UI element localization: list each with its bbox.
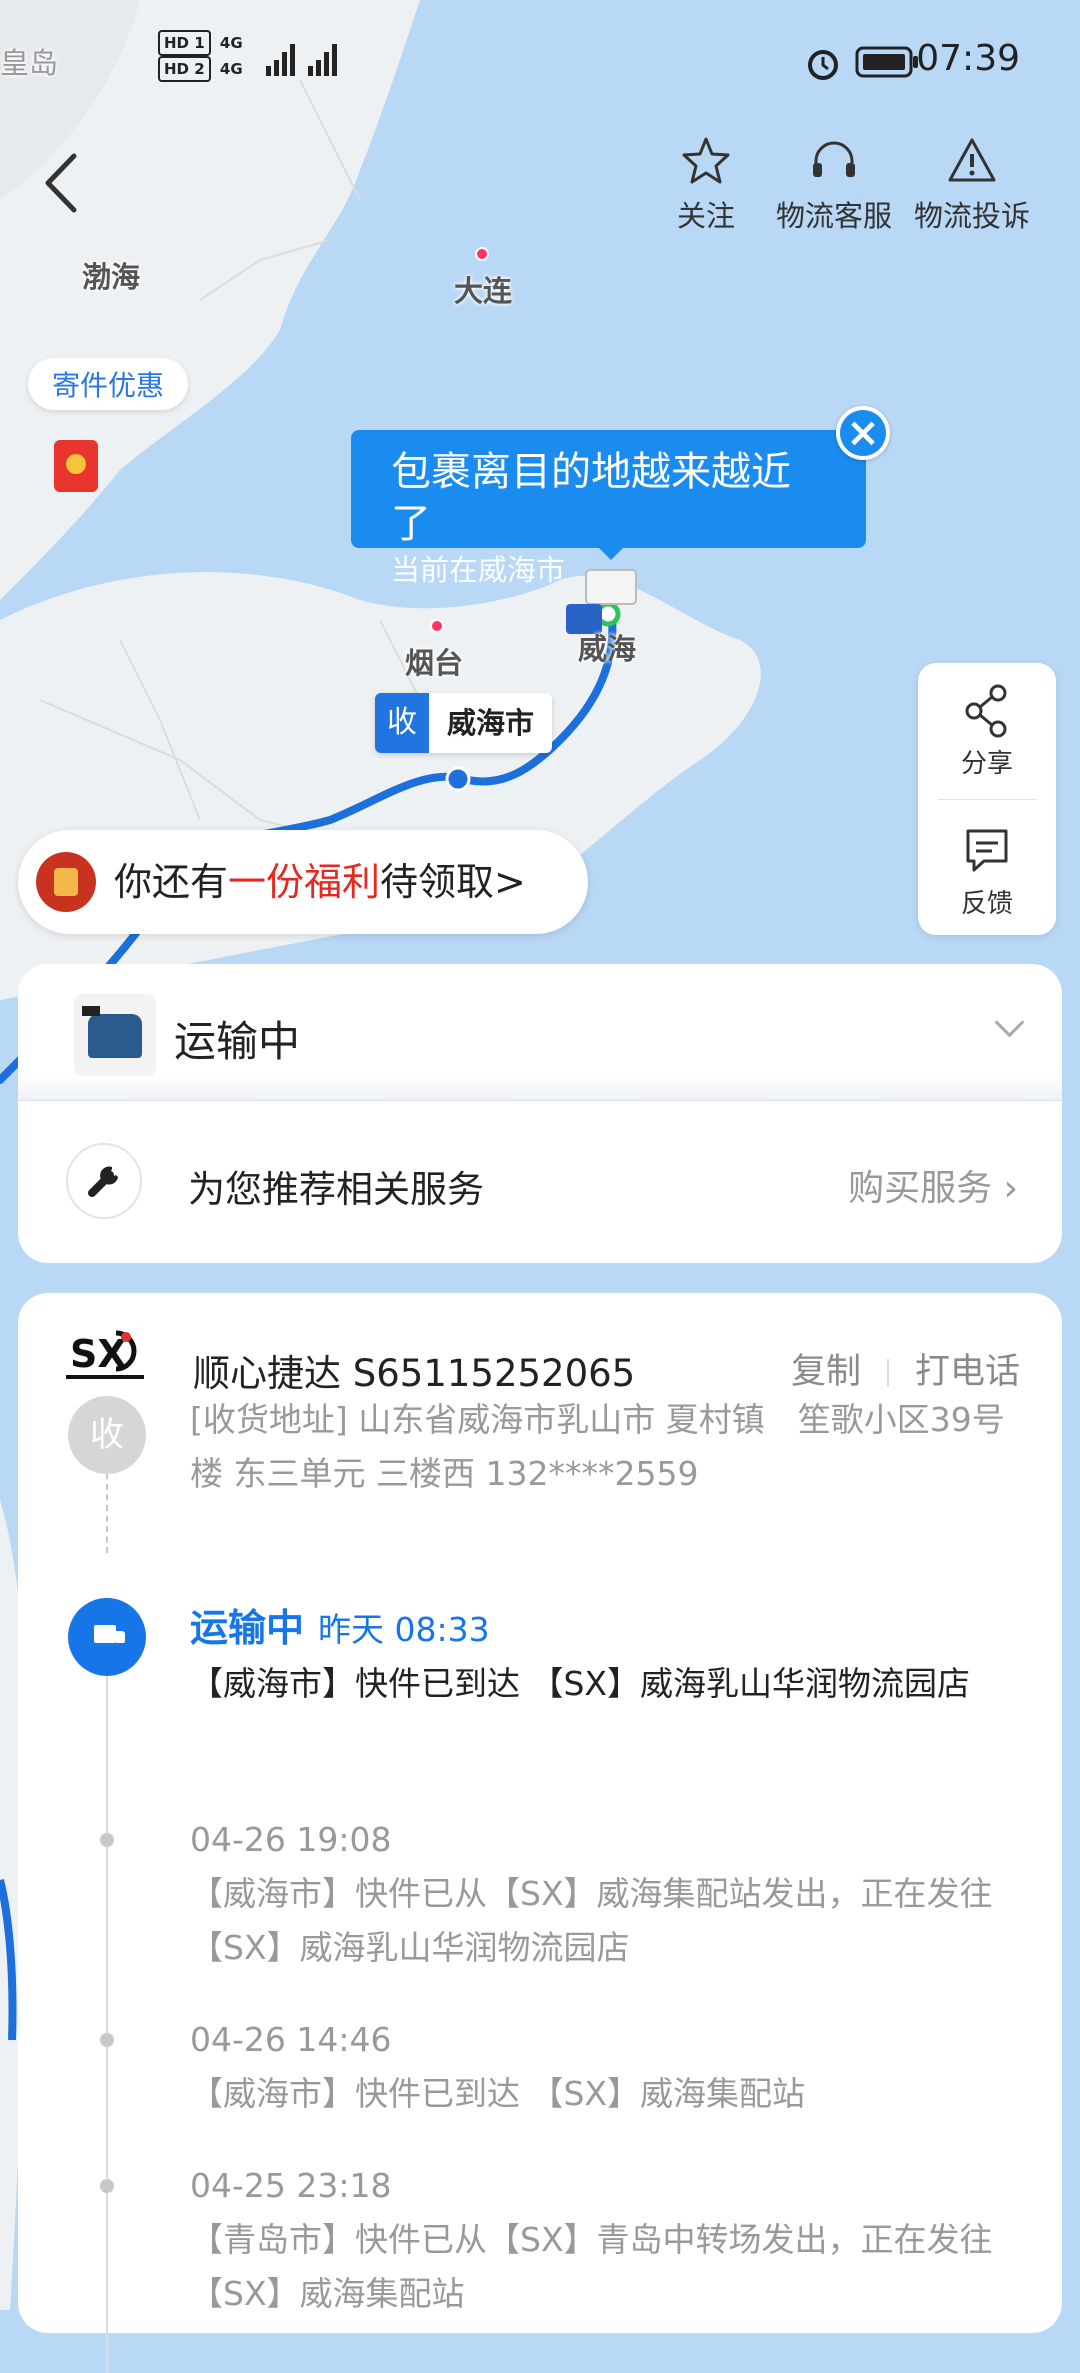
- logistics-service-button[interactable]: 物流客服: [772, 135, 896, 235]
- dalian-marker: [475, 247, 489, 261]
- timeline-dot: [100, 1833, 114, 1847]
- battery-icon: [855, 46, 918, 78]
- benefit-highlight: 一份福利: [228, 860, 381, 904]
- back-button[interactable]: [38, 148, 88, 218]
- benefit-text: 你还有一份福利待领取>: [114, 856, 526, 908]
- shipment-status: 运输中: [174, 1017, 301, 1066]
- bubble-subtitle: 当前在威海市: [391, 553, 566, 587]
- event-item: 04-26 14:46 【威海市】快件已到达 【SX】威海集配站: [190, 2013, 1018, 2121]
- shipment-status-card[interactable]: 运输中: [18, 964, 1062, 1100]
- location-bubble: 包裹离目的地越来越近了 当前在威海市: [351, 430, 866, 587]
- carrier-actions: 复制 打电话: [791, 1343, 1020, 1394]
- receiver-tag: 收: [375, 693, 429, 753]
- event-time: 04-26 19:08: [190, 1820, 392, 1859]
- current-event-text: 【威海市】快件已到达 【SX】威海乳山华润物流园店: [190, 1664, 971, 1703]
- yantai-marker: [430, 619, 444, 633]
- sim-indicators: HD 1 4G HD 2 4G: [158, 30, 243, 82]
- current-time: 昨天 08:33: [318, 1610, 490, 1649]
- benefit-banner[interactable]: 你还有一份福利待领取>: [18, 830, 588, 934]
- receiver-city: 威海市: [447, 706, 535, 740]
- red-packet-icon[interactable]: [54, 440, 98, 492]
- logistics-complaint-button[interactable]: 物流投诉: [910, 135, 1034, 235]
- sim2-badge: HD 2: [158, 56, 211, 82]
- benefit-suffix: 待领取>: [380, 860, 526, 904]
- side-panel: 分享 反馈: [918, 663, 1056, 935]
- share-label: 分享: [960, 749, 1013, 779]
- timeline-line: [106, 1673, 108, 2373]
- share-icon: [965, 684, 1007, 738]
- timeline-dot: [100, 2033, 114, 2047]
- card-shadow: [18, 1076, 1062, 1100]
- feedback-label: 反馈: [960, 889, 1013, 919]
- bubble-title: 包裹离目的地越来越近了: [391, 449, 791, 547]
- headset-icon: [813, 141, 855, 177]
- timeline-dash: [106, 1463, 108, 1553]
- receiver-point: [445, 766, 471, 792]
- follow-label: 关注: [676, 199, 735, 233]
- current-event: 运输中 昨天 08:33 【威海市】快件已到达 【SX】威海乳山华润物流园店: [190, 1601, 1018, 1711]
- recommended-service-card[interactable]: 为您推荐相关服务 购买服务 ›: [18, 1100, 1062, 1263]
- side-divider: [938, 799, 1036, 800]
- benefit-prefix: 你还有: [114, 860, 229, 904]
- status-bar: HD 1 4G HD 2 4G 07:39: [0, 0, 1080, 120]
- sim1-badge: HD 1: [158, 30, 211, 56]
- timeline-dot: [100, 2179, 114, 2193]
- product-thumbnail: [74, 994, 156, 1076]
- tracking-card: SX 顺心捷达 S65115252065 复制 打电话 收 [收货地址] 山东省威…: [18, 1293, 1062, 2373]
- current-status: 运输中: [190, 1606, 305, 1650]
- map-label-yantai: 烟台: [405, 646, 464, 680]
- carrier-tracking-number: 顺心捷达 S65115252065: [193, 1352, 636, 1395]
- follow-button[interactable]: 关注: [666, 135, 746, 235]
- event-text: 【威海市】快件已从【SX】威海集配站发出，正在发往【SX】威海乳山华润物流园店: [190, 1874, 993, 1967]
- event-text: 【威海市】快件已到达 【SX】威海集配站: [190, 2074, 806, 2113]
- feedback-button[interactable]: 反馈: [918, 823, 1056, 920]
- copy-button[interactable]: 复制: [791, 1352, 861, 1392]
- clock: 07:39: [916, 38, 1020, 79]
- warning-icon: [948, 138, 996, 182]
- bubble-close-button[interactable]: ×: [836, 406, 890, 460]
- map-label-weihai: 威海: [578, 632, 637, 666]
- event-text: 【青岛市】快件已从【SX】青岛中转场发出，正在发往【SX】威海集配站: [190, 2220, 993, 2313]
- network-label-2: 4G: [219, 60, 243, 78]
- wrench-icon: [66, 1143, 142, 1219]
- action-separator: [886, 1359, 889, 1387]
- event-time: 04-25 23:18: [190, 2166, 392, 2205]
- signal-icon: [266, 44, 337, 76]
- chevron-down-icon[interactable]: [994, 1007, 1025, 1038]
- event-time: 04-26 14:46: [190, 2020, 392, 2059]
- logistics-complaint-label: 物流投诉: [913, 199, 1030, 233]
- receiver-pin: 收 威海市: [375, 693, 553, 753]
- share-button[interactable]: 分享: [918, 683, 1056, 780]
- event-item: 04-25 23:18 【青岛市】快件已从【SX】青岛中转场发出，正在发往【SX…: [190, 2159, 1018, 2321]
- map-label-dalian: 大连: [454, 274, 513, 308]
- logistics-service-label: 物流客服: [775, 199, 892, 233]
- service-recommend-label: 为您推荐相关服务: [188, 1168, 484, 1211]
- shipping-discount-chip[interactable]: 寄件优惠: [28, 358, 189, 410]
- close-icon: ×: [846, 410, 880, 456]
- gift-icon: [36, 852, 96, 912]
- map-label-bohai: 渤海: [82, 260, 141, 294]
- buy-service-link[interactable]: 购买服务 ›: [848, 1159, 1018, 1211]
- alarm-icon: [808, 50, 838, 80]
- receiver-address-text: [收货地址] 山东省威海市乳山市 夏村镇 笙歌小区39号楼 东三单元 三楼西 1…: [190, 1400, 1005, 1493]
- event-item: 04-26 19:08 【威海市】快件已从【SX】威海集配站发出，正在发往【SX…: [190, 1813, 1018, 1975]
- network-label-1: 4G: [219, 34, 243, 52]
- carrier-logo: SX: [66, 1323, 144, 1401]
- star-icon: [682, 137, 730, 184]
- truck-status-icon: [68, 1598, 146, 1676]
- chevron-left-icon: [45, 153, 77, 213]
- receiver-node: 收: [68, 1396, 146, 1474]
- feedback-icon: [966, 829, 1008, 872]
- call-button[interactable]: 打电话: [915, 1352, 1020, 1392]
